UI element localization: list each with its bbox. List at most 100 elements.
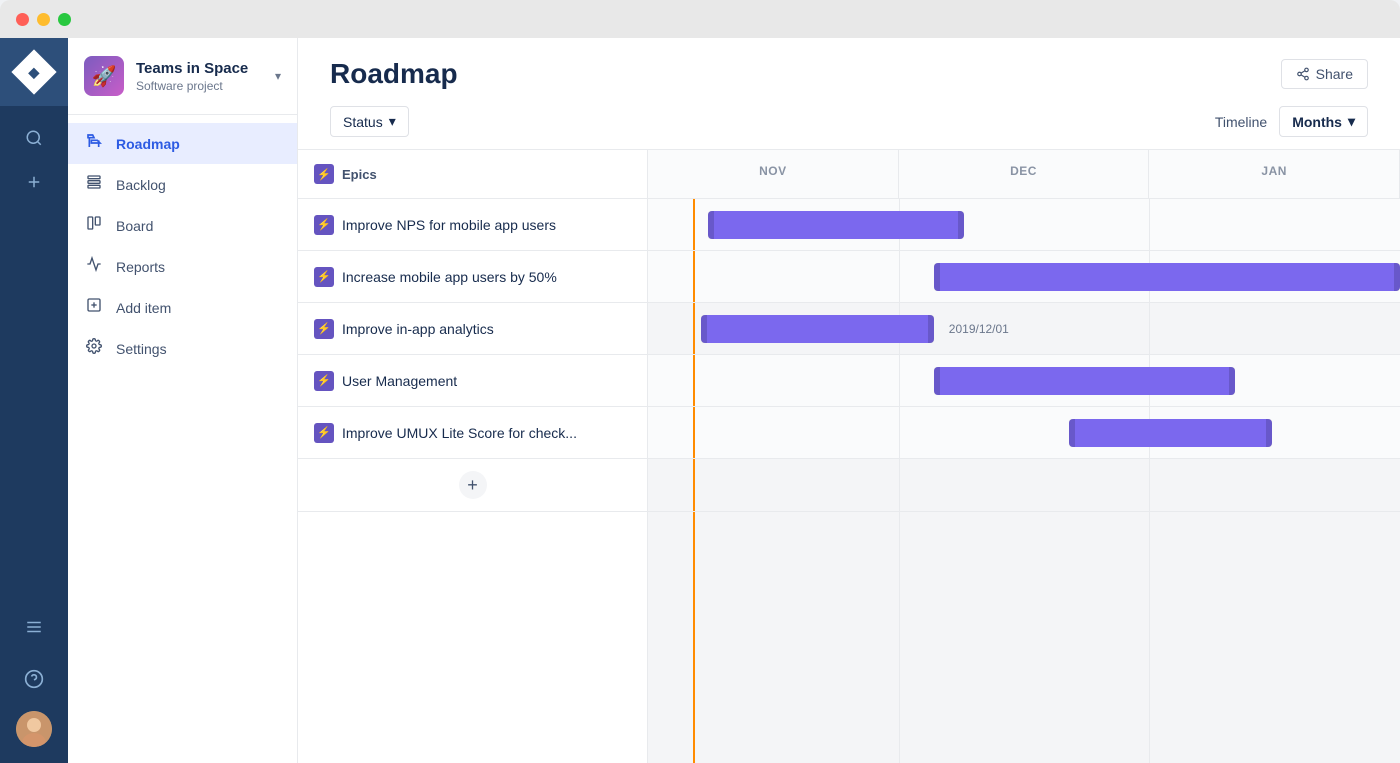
today-line xyxy=(693,251,695,302)
reports-icon xyxy=(84,256,104,277)
month-divider xyxy=(899,512,900,763)
month-divider xyxy=(899,407,900,458)
month-nov: NOV xyxy=(648,150,899,198)
row-label-3: ⚡ Improve in-app analytics xyxy=(298,303,648,354)
chevron-down-icon: ▾ xyxy=(275,69,281,83)
row-label-1: ⚡ Improve NPS for mobile app users xyxy=(298,199,648,250)
bar-handle-right[interactable] xyxy=(958,211,964,239)
project-icon: 🚀 xyxy=(84,56,124,96)
month-jan: JAN xyxy=(1149,150,1400,198)
sidebar-item-board[interactable]: Board xyxy=(68,205,297,246)
bar-handle-left[interactable] xyxy=(708,211,714,239)
sidebar-nav: Roadmap Backlog Board xyxy=(68,115,297,763)
sidebar-logo[interactable]: ◆ xyxy=(0,38,68,106)
main-content: Roadmap Share Status ▾ Timeline xyxy=(298,38,1400,763)
share-icon xyxy=(1296,67,1310,81)
row-chart-4 xyxy=(648,355,1400,406)
gantt-bar-5[interactable] xyxy=(1069,419,1272,447)
today-line xyxy=(693,512,695,763)
bar-handle-left[interactable] xyxy=(1069,419,1075,447)
sidebar-item-roadmap-label: Roadmap xyxy=(116,136,180,152)
table-row: ⚡ User Management xyxy=(298,355,1400,407)
roadmap-area: ⚡ Epics NOV DEC JAN ⚡ Improv xyxy=(298,150,1400,763)
search-icon[interactable] xyxy=(14,118,54,158)
bar-handle-right[interactable] xyxy=(928,315,934,343)
gantt-bar-2[interactable] xyxy=(934,263,1400,291)
epics-icon: ⚡ xyxy=(314,164,334,184)
sidebar-item-roadmap[interactable]: Roadmap xyxy=(68,123,297,164)
epic-icon: ⚡ xyxy=(314,423,334,443)
epic-icon: ⚡ xyxy=(314,371,334,391)
row-label-5: ⚡ Improve UMUX Lite Score for check... xyxy=(298,407,648,458)
bar-handle-right[interactable] xyxy=(1266,419,1272,447)
table-row: ⚡ Increase mobile app users by 50% xyxy=(298,251,1400,303)
row-chart-5 xyxy=(648,407,1400,458)
bar-handle-left[interactable] xyxy=(934,367,940,395)
sidebar-item-backlog-label: Backlog xyxy=(116,177,166,193)
gantt-empty-chart xyxy=(648,512,1400,763)
maximize-button[interactable] xyxy=(58,13,71,26)
month-divider xyxy=(899,251,900,302)
months-chevron-icon: ▾ xyxy=(1348,113,1355,130)
close-button[interactable] xyxy=(16,13,29,26)
help-icon[interactable] xyxy=(14,659,54,699)
sidebar-item-add-label: Add item xyxy=(116,300,171,316)
add-item-label: + xyxy=(298,459,648,511)
month-divider xyxy=(1149,199,1150,250)
menu-icon[interactable] xyxy=(14,607,54,647)
gantt-bar-1[interactable] xyxy=(708,211,964,239)
row-label-4: ⚡ User Management xyxy=(298,355,648,406)
row-text-4: User Management xyxy=(342,373,457,389)
sidebar-item-add[interactable]: Add item xyxy=(68,287,297,328)
gantt-bar-3[interactable] xyxy=(701,315,934,343)
bar-handle-right[interactable] xyxy=(1394,263,1400,291)
sidebar-dark: ◆ xyxy=(0,38,68,763)
sidebar-item-backlog[interactable]: Backlog xyxy=(68,164,297,205)
minimize-button[interactable] xyxy=(37,13,50,26)
add-item-chart xyxy=(648,459,1400,511)
gantt-empty-area xyxy=(298,512,1400,763)
sidebar-item-settings[interactable]: Settings xyxy=(68,328,297,369)
months-dropdown[interactable]: Months ▾ xyxy=(1279,106,1368,137)
topbar-header: Roadmap Share xyxy=(330,58,1368,90)
board-icon xyxy=(84,215,104,236)
sidebar-dark-icons xyxy=(14,106,54,607)
avatar[interactable] xyxy=(16,711,52,747)
row-text-2: Increase mobile app users by 50% xyxy=(342,269,557,285)
status-chevron-icon: ▾ xyxy=(389,113,396,130)
share-label: Share xyxy=(1316,66,1353,82)
row-text-3: Improve in-app analytics xyxy=(342,321,494,337)
status-filter[interactable]: Status ▾ xyxy=(330,106,409,137)
add-icon[interactable] xyxy=(14,162,54,202)
month-divider xyxy=(1149,512,1150,763)
sidebar-item-reports-label: Reports xyxy=(116,259,165,275)
logo-icon: ◆ xyxy=(29,64,40,81)
epics-header-label: Epics xyxy=(342,167,377,182)
month-divider xyxy=(899,459,900,511)
bar-handle-left[interactable] xyxy=(934,263,940,291)
bar-handle-right[interactable] xyxy=(1229,367,1235,395)
app: ◆ xyxy=(0,38,1400,763)
today-line xyxy=(693,407,695,458)
today-line xyxy=(693,355,695,406)
bar-handle-left[interactable] xyxy=(701,315,707,343)
month-dec: DEC xyxy=(899,150,1150,198)
project-type: Software project xyxy=(136,79,263,93)
sidebar-item-reports[interactable]: Reports xyxy=(68,246,297,287)
months-label: Months xyxy=(1292,114,1342,130)
month-divider xyxy=(899,355,900,406)
today-line xyxy=(693,199,695,250)
sidebar-item-board-label: Board xyxy=(116,218,153,234)
sidebar-light: 🚀 Teams in Space Software project ▾ Road… xyxy=(68,38,298,763)
titlebar xyxy=(0,0,1400,38)
row-chart-3: 2019/12/01 xyxy=(648,303,1400,354)
project-selector[interactable]: 🚀 Teams in Space Software project ▾ xyxy=(68,38,297,115)
sidebar-item-settings-label: Settings xyxy=(116,341,167,357)
gantt-empty-label xyxy=(298,512,648,763)
settings-icon xyxy=(84,338,104,359)
table-row: ⚡ Improve NPS for mobile app users xyxy=(298,199,1400,251)
topbar-controls: Status ▾ Timeline Months ▾ xyxy=(330,106,1368,149)
add-epic-button[interactable]: + xyxy=(459,471,487,499)
gantt-bar-4[interactable] xyxy=(934,367,1235,395)
share-button[interactable]: Share xyxy=(1281,59,1368,89)
